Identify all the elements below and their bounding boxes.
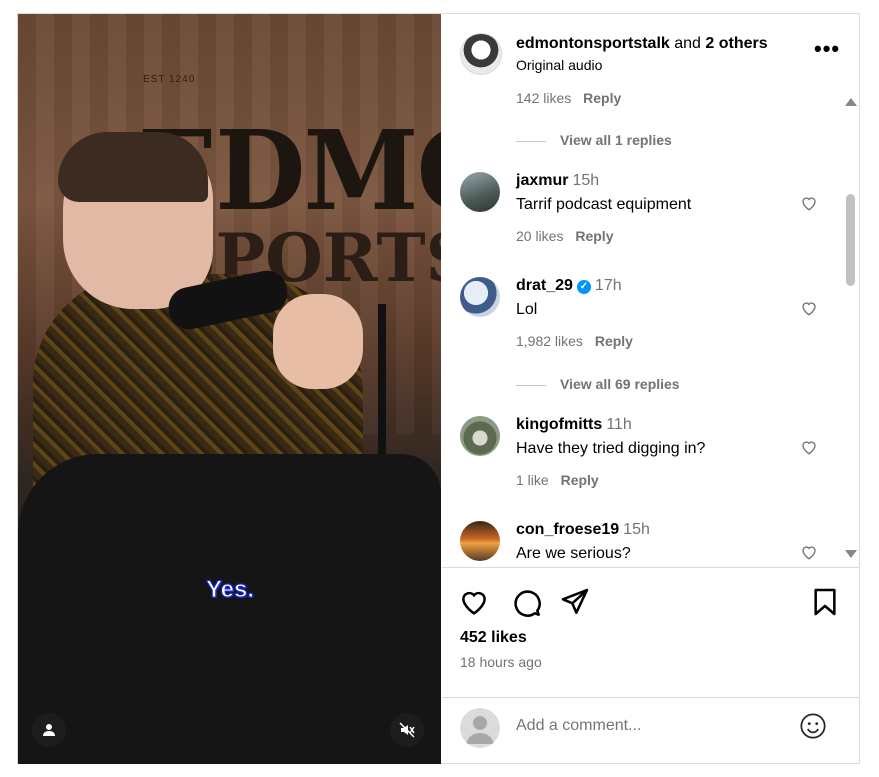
view-replies-button[interactable]: View all 1 replies [516,132,672,148]
person-hands [273,294,363,389]
like-heart-icon[interactable] [458,586,490,618]
prev-comment-meta: 142 likes Reply [516,92,621,106]
author-avatar[interactable] [460,33,502,75]
scroll-thumb[interactable] [846,194,855,286]
comment-username[interactable]: kingofmitts [516,416,602,433]
default-user-icon [466,716,494,744]
commenter-avatar[interactable] [460,277,500,317]
author-connector: and [674,35,701,52]
user-icon [43,724,55,736]
view-replies-label: View all 69 replies [560,376,680,392]
scroll-up-arrow-icon[interactable] [845,98,857,106]
comment-reply-button[interactable]: Reply [561,472,599,488]
post-header: edmontonsportstalk and 2 others Original… [442,14,859,92]
mute-button[interactable] [390,713,424,747]
commenter-avatar[interactable] [460,416,500,456]
person-hair [58,132,208,202]
comment-meta: 1 like Reply [516,472,599,488]
replies-divider [516,384,546,386]
post-actions: 452 likes 18 hours ago [442,567,859,698]
comment-likes[interactable]: 20 likes [516,228,563,244]
author-line: edmontonsportstalk and 2 others [516,35,768,53]
prev-comment-likes[interactable]: 142 likes [516,92,571,106]
share-paper-plane-icon[interactable] [559,586,591,618]
comment-username[interactable]: jaxmur [516,172,568,189]
comments-scrollbar[interactable] [842,94,859,564]
like-comment-heart-icon[interactable] [800,194,818,212]
collaborators-link[interactable]: 2 others [705,35,767,52]
comment-composer [442,697,859,764]
comment-text: Lol [516,301,538,318]
scroll-down-arrow-icon[interactable] [845,550,857,558]
commenter-avatar[interactable] [460,172,500,212]
comment-text: Have they tried digging in? [516,440,706,457]
comment-time: 15h [623,521,650,538]
comment-time: 17h [594,277,622,294]
comment-username-line: jaxmur 15h [516,172,599,190]
commenter-avatar[interactable] [460,521,500,561]
chair [18,454,441,764]
mic-stand [378,304,386,464]
comment-reply-button[interactable]: Reply [595,333,633,349]
replies-divider [516,140,546,142]
like-comment-heart-icon[interactable] [800,438,818,456]
comment-username-line: kingofmitts 11h [516,416,632,434]
comment-text: Are we serious? [516,545,631,562]
view-replies-button[interactable]: View all 69 replies [516,376,680,392]
like-comment-heart-icon[interactable] [800,299,818,317]
comment-time: 15h [572,172,600,189]
video-wall-sign: EST 1240 [143,74,196,85]
comment-username-line: drat_29 ✓ 17h [516,277,622,295]
comment-bubble-icon[interactable] [510,586,542,618]
comment-likes[interactable]: 1 like [516,472,549,488]
video-caption: Yes. [205,576,255,604]
comment-meta: 1,982 likes Reply [516,333,633,349]
comment-username[interactable]: drat_29 [516,277,573,294]
author-username[interactable]: edmontonsportstalk [516,35,670,52]
comment-meta: 20 likes Reply [516,228,613,244]
save-bookmark-icon[interactable] [809,586,841,618]
comments-list: 142 likes Reply View all 1 replies jaxmu… [442,92,859,567]
comment-time: 11h [606,416,632,433]
emoji-picker-icon[interactable] [799,712,827,740]
view-replies-label: View all 1 replies [560,132,672,148]
current-user-avatar [460,708,500,748]
comment-likes[interactable]: 1,982 likes [516,333,583,349]
comment-input[interactable] [516,717,776,735]
video-player[interactable]: EST 1240 EDMONT SPORTS T Yes. [18,14,441,764]
comment-username-line: con_froese19 15h [516,521,650,539]
verified-badge-icon: ✓ [576,280,591,294]
prev-comment-reply-button[interactable]: Reply [583,92,621,106]
more-options-icon[interactable]: ••• [814,36,840,62]
like-comment-heart-icon[interactable] [800,543,818,561]
comment-text: Tarrif podcast equipment [516,196,692,213]
post-timestamp[interactable]: 18 hours ago [460,654,542,670]
post-side-panel: edmontonsportstalk and 2 others Original… [442,14,859,763]
comment-username[interactable]: con_froese19 [516,521,619,538]
post-likes-count[interactable]: 452 likes [460,629,527,647]
tagged-users-button[interactable] [32,713,66,747]
audio-link[interactable]: Original audio [516,57,602,73]
comment-reply-button[interactable]: Reply [575,228,613,244]
speaker-muted-icon [399,722,415,738]
